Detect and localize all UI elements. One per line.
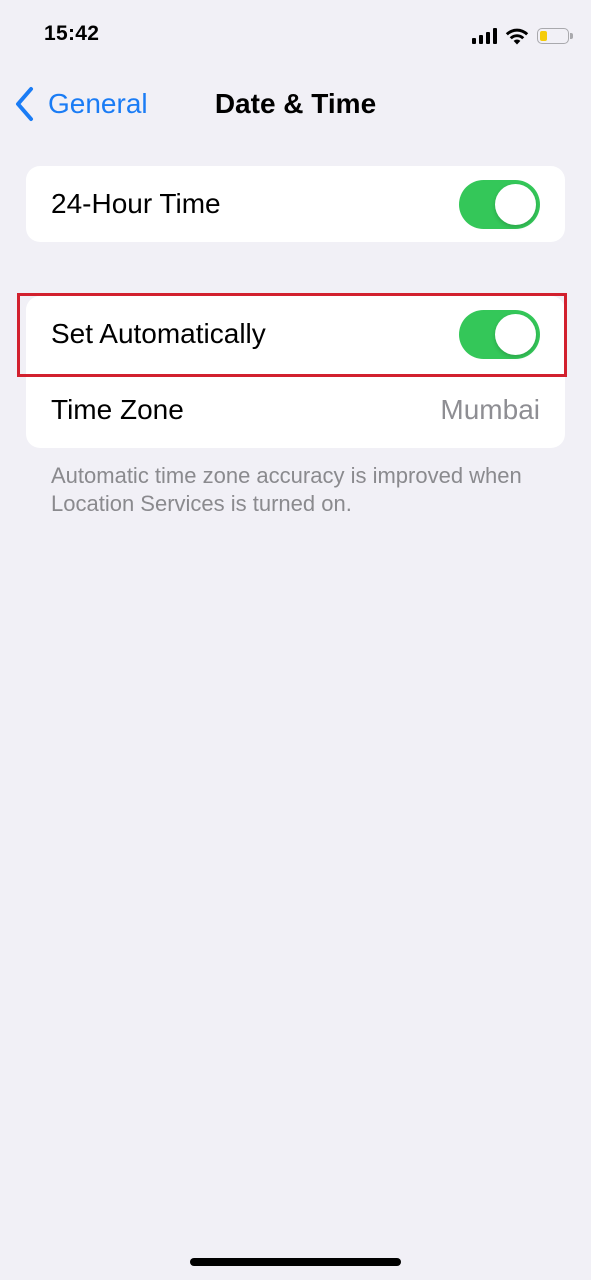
battery-icon bbox=[537, 28, 573, 44]
status-bar: 15:42 bbox=[0, 0, 591, 70]
toggle-set-automatically[interactable] bbox=[459, 309, 540, 359]
battery-fill bbox=[540, 31, 547, 41]
status-time: 15:42 bbox=[44, 22, 100, 45]
footer-note: Automatic time zone accuracy is improved… bbox=[51, 463, 522, 516]
setting-label-24-hour-time: 24-Hour Time bbox=[51, 188, 221, 219]
wifi-icon bbox=[505, 28, 529, 45]
settings-group-auto-time: Set Automatically Time Zone Mumbai bbox=[26, 296, 565, 448]
setting-label-set-automatically: Set Automatically bbox=[51, 318, 266, 349]
signal-icon bbox=[472, 28, 497, 44]
status-icons bbox=[472, 24, 573, 48]
toggle-24-hour-time[interactable] bbox=[459, 179, 540, 229]
setting-row-set-automatically: Set Automatically bbox=[26, 296, 565, 372]
setting-value-time-zone: Mumbai bbox=[440, 394, 540, 425]
setting-label-time-zone: Time Zone bbox=[51, 394, 184, 425]
page-title: Date & Time bbox=[214, 88, 377, 119]
toggle-knob bbox=[495, 183, 536, 225]
setting-row-time-zone[interactable]: Time Zone Mumbai bbox=[26, 372, 565, 448]
home-indicator[interactable] bbox=[190, 1258, 401, 1266]
toggle-knob bbox=[495, 313, 536, 355]
setting-row-24-hour-time: 24-Hour Time bbox=[26, 166, 565, 242]
settings-group-time-format: 24-Hour Time bbox=[26, 166, 565, 242]
navigation-bar: General Date & Time bbox=[0, 78, 591, 130]
